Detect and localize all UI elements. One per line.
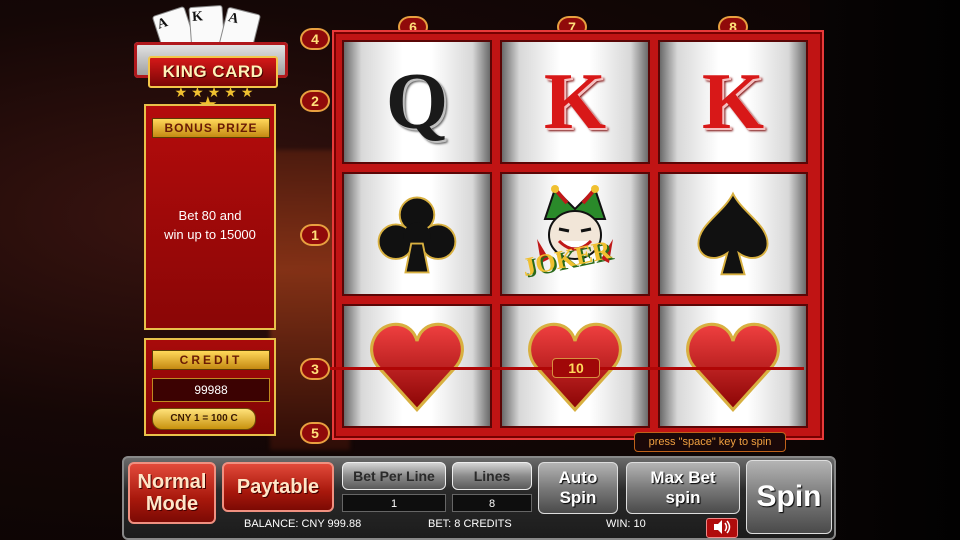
credit-header: CREDIT bbox=[152, 350, 270, 370]
bet-readout: BET: 8 CREDITS bbox=[428, 518, 512, 530]
line-badge-4: 4 bbox=[300, 28, 330, 50]
spin-hint-tooltip: press "space" key to spin bbox=[634, 432, 786, 452]
max-bet-label-1: Max Bet bbox=[650, 468, 716, 487]
auto-spin-label-1: Auto bbox=[558, 468, 598, 487]
reel-cell-heart bbox=[342, 304, 492, 428]
reel-cell-king: K bbox=[658, 40, 808, 164]
payline-win-amount: 10 bbox=[552, 358, 600, 378]
spin-button[interactable]: Spin bbox=[746, 460, 832, 534]
line-badge-3: 3 bbox=[300, 358, 330, 380]
reels-grid: Q K K JOKER bbox=[332, 30, 824, 440]
balance-readout: BALANCE: CNY 999.88 bbox=[244, 518, 362, 530]
bonus-prize-text: Bet 80 and win up to 15000 bbox=[150, 206, 270, 244]
max-bet-spin-button[interactable]: Max Bet spin bbox=[626, 462, 740, 514]
reel-cell-queen: Q bbox=[342, 40, 492, 164]
normal-mode-button[interactable]: Normal Mode bbox=[128, 462, 216, 524]
heart-icon bbox=[686, 322, 780, 413]
auto-spin-button[interactable]: Auto Spin bbox=[538, 462, 618, 514]
max-bet-label-2: spin bbox=[665, 488, 701, 507]
bonus-line-1: Bet 80 and bbox=[178, 208, 242, 223]
reel-cell-spade bbox=[658, 172, 808, 296]
lines-button[interactable]: Lines bbox=[452, 462, 532, 490]
bet-per-line-value: 1 bbox=[342, 494, 446, 512]
line-badge-1: 1 bbox=[300, 224, 330, 246]
lines-label: Lines bbox=[473, 468, 511, 484]
paytable-label: Paytable bbox=[236, 476, 320, 498]
paytable-button[interactable]: Paytable bbox=[222, 462, 334, 512]
spade-icon bbox=[697, 191, 769, 276]
credit-value: 99988 bbox=[152, 378, 270, 402]
reel-cell-king: K bbox=[500, 40, 650, 164]
reel-cell-club bbox=[342, 172, 492, 296]
bonus-prize-header: BONUS PRIZE bbox=[152, 118, 270, 138]
bonus-line-2: win up to 15000 bbox=[164, 227, 256, 242]
line-badge-5: 5 bbox=[300, 422, 330, 444]
game-stage: A K A KING CARD ★★★★★ ★ BONUS PRIZE Bet … bbox=[0, 0, 960, 540]
win-readout: WIN: 10 bbox=[606, 518, 646, 530]
bonus-prize-panel: BONUS PRIZE Bet 80 and win up to 15000 bbox=[144, 104, 276, 330]
reel-cell-joker: JOKER bbox=[500, 172, 650, 296]
bet-per-line-button[interactable]: Bet Per Line bbox=[342, 462, 446, 490]
currency-rate-button[interactable]: CNY 1 = 100 C bbox=[152, 408, 256, 430]
normal-mode-label-2: Mode bbox=[145, 493, 199, 515]
king-card-logo: A K A KING CARD ★★★★★ ★ bbox=[130, 4, 292, 117]
reel-cell-heart bbox=[658, 304, 808, 428]
auto-spin-label-2: Spin bbox=[559, 488, 597, 507]
speaker-icon bbox=[714, 520, 731, 534]
credit-panel: CREDIT 99988 CNY 1 = 100 C bbox=[144, 338, 276, 436]
sound-toggle-button[interactable] bbox=[706, 518, 738, 538]
lines-value: 8 bbox=[452, 494, 532, 512]
normal-mode-label-1: Normal bbox=[137, 471, 207, 493]
heart-icon bbox=[370, 322, 464, 413]
queen-symbol: Q bbox=[385, 58, 449, 146]
king-symbol: K bbox=[701, 58, 765, 146]
king-symbol: K bbox=[543, 58, 607, 146]
line-badge-2: 2 bbox=[300, 90, 330, 112]
club-icon bbox=[377, 196, 457, 274]
bet-per-line-label: Bet Per Line bbox=[353, 468, 435, 484]
spin-label: Spin bbox=[756, 480, 822, 513]
